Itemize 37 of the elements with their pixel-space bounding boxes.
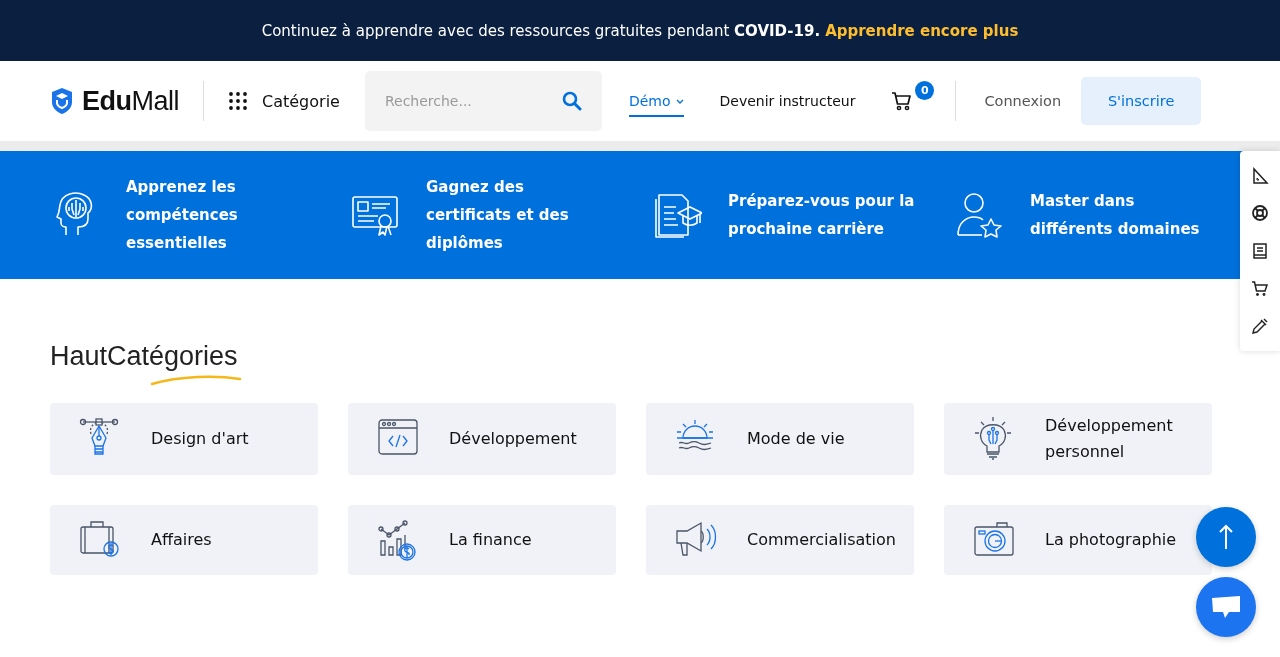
category-card[interactable]: Commercialisation [646,505,914,575]
category-menu-button[interactable]: Catégorie [228,91,340,111]
feature-text: Préparez-vous pour la prochaine carrière [728,191,916,240]
login-link[interactable]: Connexion [984,93,1062,109]
category-card[interactable]: Mode de vie [646,403,914,475]
feature-text: Apprenez les compétences essentielles [126,177,239,254]
search-field[interactable]: Recherche... [364,71,602,131]
book-icon[interactable] [1251,242,1269,260]
chat-button[interactable] [1196,577,1256,637]
document-with-graduation-cap-icon [654,191,702,239]
cart-icon[interactable] [1251,279,1269,298]
lifebuoy-icon[interactable] [1251,204,1269,223]
announcement-text: Continuez à apprendre avec des ressources gratuites pendant COVID-19. [261,21,821,40]
nav-link[interactable]: Devenir instructeur [719,85,856,117]
feature-text: Master dans différents domaines [1030,191,1200,240]
person-with-star-icon [956,191,1004,239]
section-title: HautCatégories [50,341,239,372]
category-card[interactable]: Affaires [50,505,318,575]
category-card[interactable]: La photographie [944,505,1212,575]
search-icon[interactable] [561,91,582,111]
cart-icon[interactable] [891,91,914,111]
shield-logo-icon[interactable] [50,86,74,116]
feature-text: Gagnez des certificats et des diplômes [426,177,570,254]
category-card[interactable]: Développement personnel [944,403,1212,475]
chat-bubble-icon [1211,595,1241,619]
signup-button[interactable]: S'inscrire [1081,77,1202,125]
bar-chart-with-coin-icon [377,517,419,563]
nav-link[interactable]: Démo [628,85,684,117]
cart-count-badge: 0 [915,81,935,100]
category-card[interactable]: Design d'art [50,403,318,475]
grid-icon [228,91,248,111]
logo-text[interactable]: EduMall [82,85,179,117]
category-card[interactable]: Développement [348,403,616,475]
scroll-to-top-button[interactable] [1196,507,1256,567]
category-card[interactable]: La finance [348,505,616,575]
learn-more-link[interactable]: Apprendre encore plus [825,21,1019,40]
arrow-up-icon [1218,524,1234,550]
